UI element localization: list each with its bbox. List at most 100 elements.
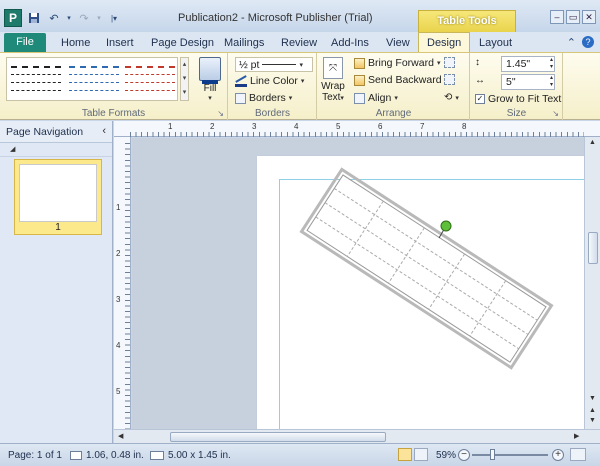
fill-label: Fill [203,83,217,94]
borders-button[interactable]: Borders ▾ [235,92,292,104]
arrange-group: ⤧ Wrap Text▾ Bring Forward ▾ Send Backwa… [318,53,470,120]
vertical-scrollbar[interactable]: ▲ ▼ ▲ ▼ [584,137,600,429]
table-formats-label: Table Formats [81,108,146,119]
group-objects-icon[interactable] [444,57,455,68]
close-button[interactable]: ✕ [582,10,596,24]
zoom-in-icon[interactable]: + [552,449,564,461]
tab-review[interactable]: Review [281,37,317,49]
rotate-icon[interactable]: ⟲ ▾ [444,92,459,103]
tab-view[interactable]: View [386,37,410,49]
save-icon[interactable] [26,10,42,26]
zoom-out-icon[interactable]: − [458,449,470,461]
gallery-scroll[interactable]: ▴ ▾ ▾ [180,57,189,101]
single-page-view-icon[interactable] [398,448,412,461]
grow-to-fit-label: Grow to Fit Text [488,93,562,105]
ruler-number: 2 [116,249,121,258]
wrap-text-button[interactable]: ⤧ Wrap Text▾ [320,57,346,104]
ruler-number: 1 [168,122,173,131]
line-color-dropdown-icon: ▾ [300,78,305,85]
page-group-toggle-icon[interactable]: ◢ [0,143,112,157]
width-input[interactable]: 5" ▴ ▾ [501,74,555,90]
tab-design[interactable]: Design [418,32,471,53]
send-backward-icon [354,74,365,86]
table-formats-gallery[interactable] [6,57,178,101]
line-sample [262,64,297,65]
redo-dropdown-icon[interactable]: ▾ [96,10,102,26]
zoom-slider[interactable] [472,454,548,456]
tab-layout[interactable]: Layout [479,37,512,49]
align-button[interactable]: Align ▾ [354,92,398,104]
align-dropdown-icon: ▾ [394,95,398,102]
width-spinner-icon[interactable]: ▴ ▾ [550,75,553,89]
line-color-label: Line Color [250,75,298,87]
line-color-button[interactable]: Line Color ▾ [235,75,304,87]
undo-dropdown-icon[interactable]: ▾ [66,10,72,26]
scroll-left-icon[interactable]: ◀ [118,432,123,440]
page-down-icon[interactable]: ▼ [589,417,596,424]
tab-add-ins[interactable]: Add-Ins [331,37,369,49]
ungroup-objects-icon[interactable] [444,74,455,85]
borders-group-label: Borders [254,108,290,119]
size-group-label: Size [506,108,527,119]
height-spinner-icon[interactable]: ▴ ▾ [550,57,553,71]
customize-toolbar-icon[interactable]: |▾ [106,10,122,26]
line-weight-dropdown[interactable]: ½ pt ▾ [235,57,313,72]
tab-insert[interactable]: Insert [106,37,134,49]
zoom-level[interactable]: 59% [436,450,456,461]
size-launcher-icon[interactable]: ↘ [552,109,559,118]
minimize-button[interactable]: – [550,10,564,24]
scroll-up-icon[interactable]: ▲ [589,139,596,146]
fill-bucket-icon [199,57,221,84]
page-up-icon[interactable]: ▲ [589,407,596,414]
send-backward-button[interactable]: Send Backward ▾ [354,74,448,86]
page-indicator[interactable]: Page: 1 of 1 [8,450,62,461]
publication-workspace[interactable] [132,138,584,429]
ruler-number: 6 [378,122,383,131]
horizontal-scroll-thumb[interactable] [170,432,386,442]
line-weight-value: ½ pt [239,58,260,71]
height-icon: ↕ [475,57,480,68]
page-thumbnail-preview [19,164,97,222]
maximize-button[interactable]: ▭ [566,10,580,24]
fill-button[interactable]: Fill ▾ [196,57,224,102]
ruler-number: 1 [116,203,121,212]
publication-page[interactable] [257,156,584,429]
collapse-nav-icon[interactable]: ‹ [102,125,106,137]
grow-to-fit-checkbox[interactable]: ✓ Grow to Fit Text [475,93,561,105]
ruler-number: 8 [462,122,467,131]
minimize-ribbon-icon[interactable]: ⌃ [567,36,576,49]
publisher-app-icon[interactable]: P [4,9,22,27]
scroll-right-icon[interactable]: ▶ [574,432,579,440]
ruler-number: 3 [252,122,257,131]
size-icon [150,451,164,460]
vertical-scroll-thumb[interactable] [588,232,598,264]
help-icon[interactable]: ? [582,36,594,48]
margin-guides [279,179,584,429]
align-icon [354,92,365,104]
tab-page-design[interactable]: Page Design [151,37,214,49]
ruler-number: 7 [420,122,425,131]
two-page-view-icon[interactable] [414,448,428,461]
fit-page-icon[interactable] [570,448,586,461]
table-formats-launcher-icon[interactable]: ↘ [217,109,224,118]
tab-home[interactable]: Home [61,37,90,49]
redo-icon[interactable]: ↷ [76,10,92,26]
horizontal-ruler[interactable]: 1 2 3 4 5 6 7 8 [114,121,600,137]
fill-dropdown-icon: ▾ [208,95,212,102]
wrap-text-icon: ⤧ [323,57,343,79]
height-input[interactable]: 1.45" ▴ ▾ [501,56,555,72]
page-navigation-title: Page Navigation [6,126,84,138]
ruler-number: 4 [294,122,299,131]
vertical-ruler[interactable]: 1 2 3 4 5 [114,137,131,429]
page-thumbnail[interactable]: 1 [14,159,102,235]
scroll-down-icon[interactable]: ▼ [589,395,596,402]
zoom-slider-knob[interactable] [490,449,495,460]
horizontal-scrollbar[interactable]: ◀ ▶ [114,429,600,443]
tab-file[interactable]: File [4,33,46,52]
tab-mailings[interactable]: Mailings [224,37,264,49]
width-control: ↔ [475,75,485,86]
page-thumbnail-number: 1 [55,222,61,233]
bring-forward-button[interactable]: Bring Forward ▾ [354,57,440,69]
line-weight-dropdown-icon: ▾ [299,61,303,69]
undo-icon[interactable]: ↶ [46,10,62,26]
